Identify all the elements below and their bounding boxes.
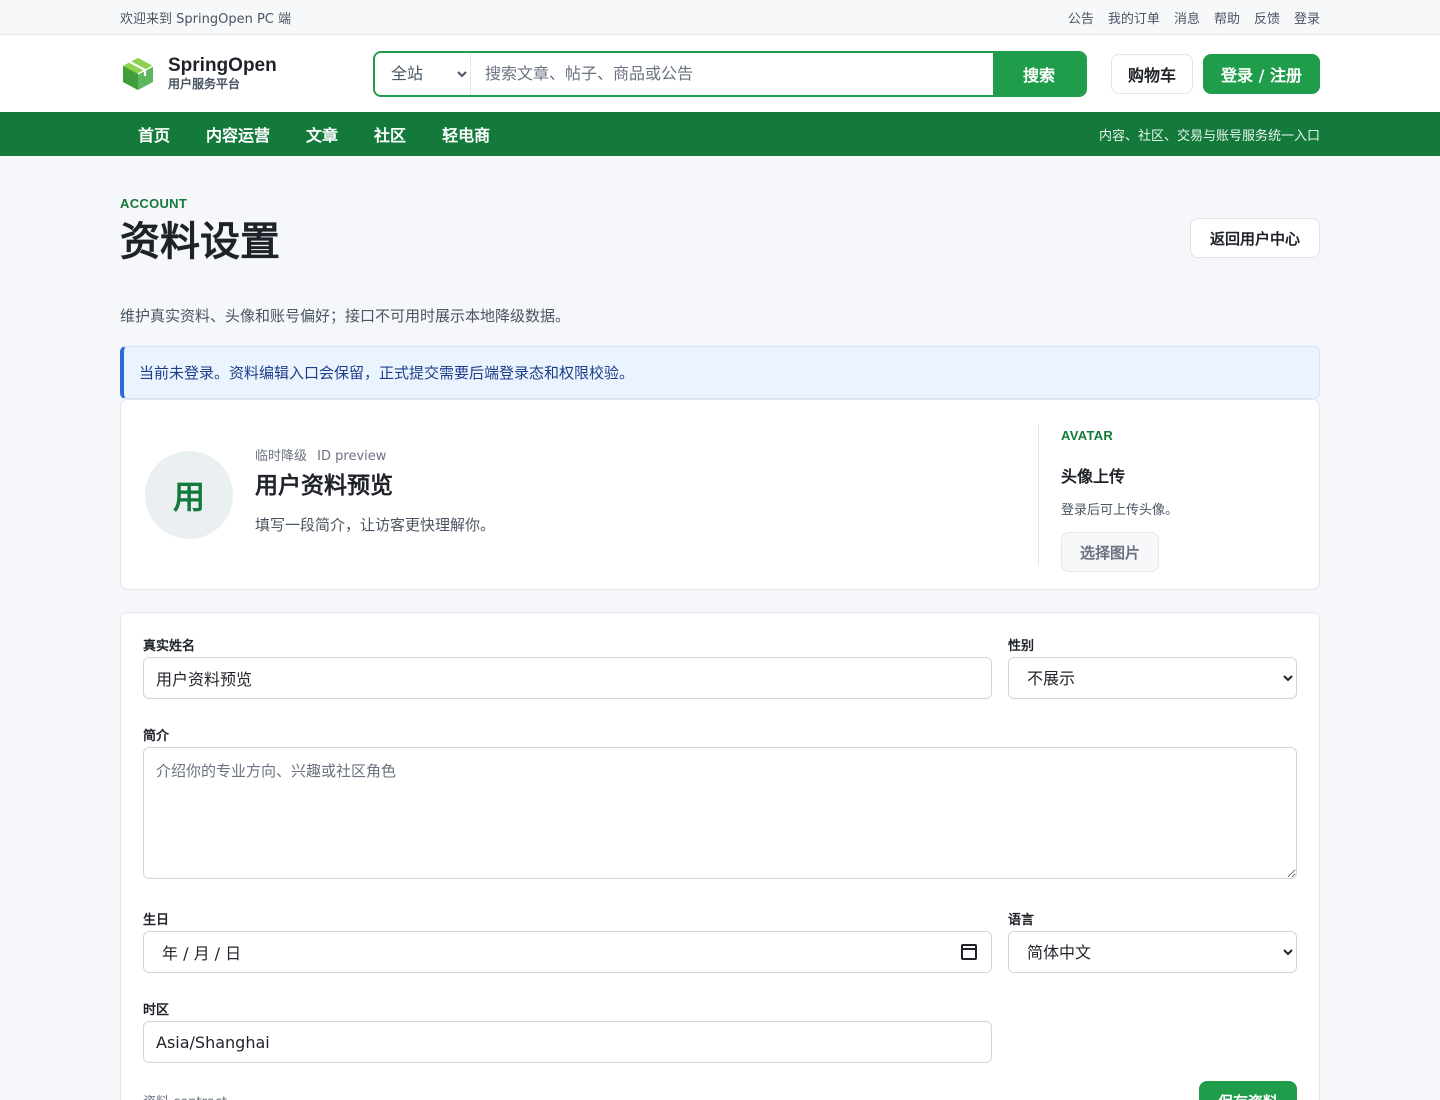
profile-status-tag: 临时降级 — [255, 448, 308, 464]
top-link-login[interactable]: 登录 — [1294, 8, 1320, 27]
top-link-messages[interactable]: 消息 — [1174, 8, 1200, 27]
avatar-upload-hint: 登录后可上传头像。 — [1061, 503, 1179, 518]
nav-slogan: 内容、社区、交易与账号服务统一入口 — [1098, 128, 1320, 144]
avatar: 用 — [145, 450, 233, 539]
login-register-button[interactable]: 登录 / 注册 — [1203, 53, 1320, 94]
bio-textarea[interactable] — [143, 747, 1297, 879]
real-name-label: 真实姓名 — [143, 639, 196, 654]
calendar-icon[interactable] — [961, 944, 977, 960]
back-to-user-center-button[interactable]: 返回用户中心 — [1190, 218, 1320, 258]
page-title: 资料设置 — [120, 219, 280, 265]
nav-item-community[interactable]: 社区 — [356, 122, 424, 146]
search-button[interactable]: 搜索 — [993, 52, 1085, 95]
cube-logo-icon — [123, 57, 154, 90]
timezone-field[interactable] — [143, 1021, 992, 1063]
avatar-upload-panel: AVATAR 头像上传 登录后可上传头像。 选择图片 — [1038, 424, 1298, 572]
birthday-date-field[interactable]: 年 / 月 / 日 — [143, 931, 992, 973]
save-profile-button[interactable]: 保存资料 — [1199, 1081, 1297, 1100]
avatar-eyebrow: AVATAR — [1061, 428, 1114, 443]
cart-button[interactable]: 购物车 — [1111, 53, 1193, 94]
top-link-announcement[interactable]: 公告 — [1068, 8, 1094, 27]
main-content: ACCOUNT 资料设置 返回用户中心 维护真实资料、头像和账号偏好；接口不可用… — [120, 156, 1320, 1100]
profile-name: 用户资料预览 — [255, 472, 393, 499]
nav-item-content-ops[interactable]: 内容运营 — [188, 122, 288, 146]
page-description: 维护真实资料、头像和账号偏好；接口不可用时展示本地降级数据。 — [120, 307, 571, 325]
real-name-field[interactable] — [143, 657, 992, 699]
gender-label: 性别 — [1008, 639, 1035, 654]
top-links: 公告 我的订单 消息 帮助 反馈 登录 — [1068, 8, 1320, 27]
birthday-placeholder: 年 / 月 / 日 — [162, 944, 242, 963]
brand-name: SpringOpen — [168, 55, 277, 76]
language-label: 语言 — [1008, 913, 1035, 928]
login-notice: 当前未登录。资料编辑入口会保留，正式提交需要后端登录态和权限校验。 — [120, 346, 1320, 399]
page-eyebrow: ACCOUNT — [120, 196, 188, 211]
top-link-feedback[interactable]: 反馈 — [1254, 8, 1280, 27]
contract-text: 资料 contract — [143, 1091, 227, 1100]
welcome-text: 欢迎来到 SpringOpen PC 端 — [120, 11, 291, 27]
search-input[interactable] — [471, 52, 993, 95]
site-header: SpringOpen 用户服务平台 全站 搜索 购物车 登录 / 注册 — [0, 35, 1440, 112]
nav-item-light-ecommerce[interactable]: 轻电商 — [424, 122, 508, 146]
nav-item-home[interactable]: 首页 — [120, 122, 188, 146]
main-nav: 首页 内容运营 文章 社区 轻电商 内容、社区、交易与账号服务统一入口 — [0, 112, 1440, 156]
bio-label: 简介 — [143, 729, 170, 744]
brand-logo[interactable]: SpringOpen 用户服务平台 — [120, 55, 373, 92]
avatar-upload-title: 头像上传 — [1061, 467, 1126, 486]
language-select[interactable]: 简体中文 — [1008, 931, 1297, 973]
top-bar: 欢迎来到 SpringOpen PC 端 公告 我的订单 消息 帮助 反馈 登录 — [0, 0, 1440, 35]
top-link-help[interactable]: 帮助 — [1214, 8, 1240, 27]
profile-summary-card: 用 临时降级 ID preview 用户资料预览 填写一段简介，让访客更快理解你… — [120, 399, 1320, 590]
profile-bio: 填写一段简介，让访客更快理解你。 — [255, 515, 496, 534]
choose-image-button[interactable]: 选择图片 — [1061, 532, 1159, 572]
profile-form: 真实姓名 性别 不展示 简介 生日 年 / 月 / 日 — [120, 612, 1320, 1100]
profile-id: ID preview — [317, 448, 387, 464]
search-scope-select[interactable]: 全站 — [375, 52, 471, 95]
top-link-my-orders[interactable]: 我的订单 — [1108, 8, 1160, 27]
nav-item-articles[interactable]: 文章 — [288, 122, 356, 146]
brand-subtitle: 用户服务平台 — [168, 77, 241, 91]
timezone-label: 时区 — [143, 1003, 170, 1018]
gender-select[interactable]: 不展示 — [1008, 657, 1297, 699]
birthday-label: 生日 — [143, 913, 170, 928]
search-bar: 全站 搜索 — [373, 50, 1087, 97]
